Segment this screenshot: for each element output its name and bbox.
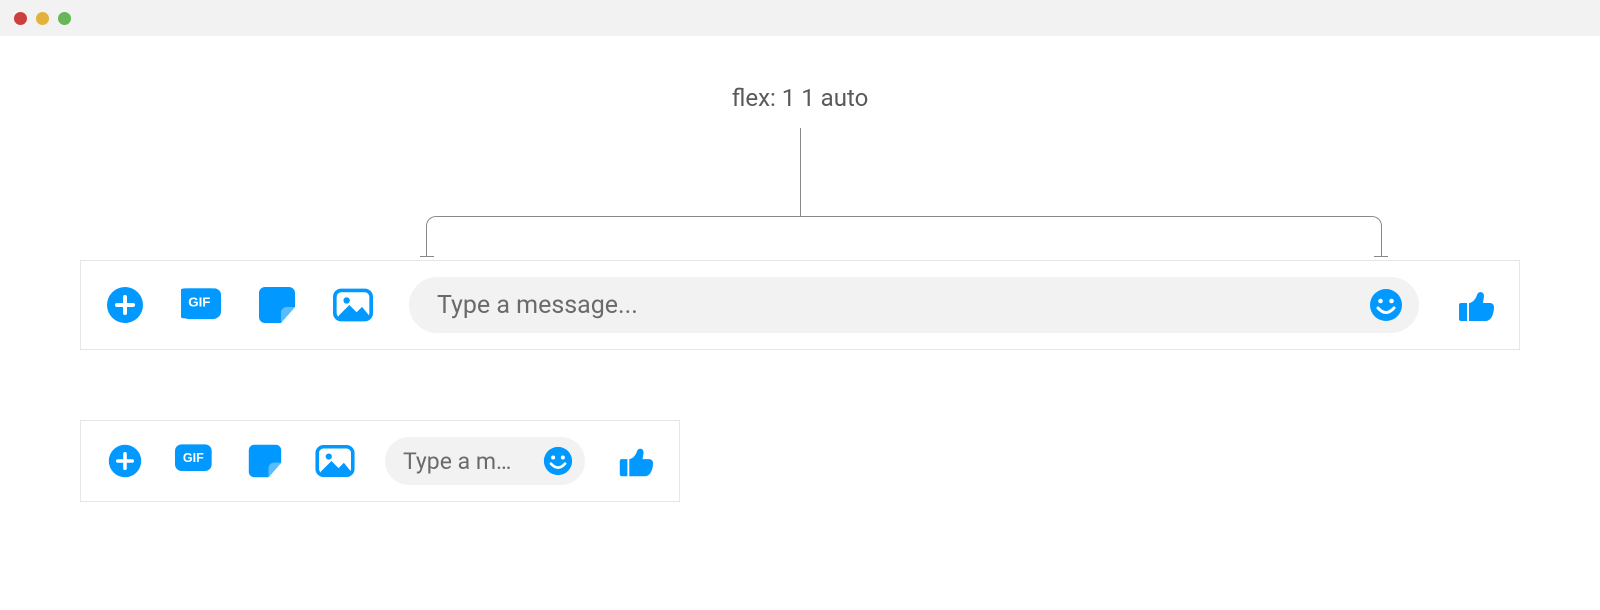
diagram-canvas: flex: 1 1 auto GIF Type a message... bbox=[0, 36, 1600, 542]
composer-narrow: GIF Type a m… bbox=[80, 420, 680, 502]
annotation-stem bbox=[800, 128, 801, 216]
sticker-icon[interactable] bbox=[257, 285, 297, 325]
svg-text:GIF: GIF bbox=[188, 295, 210, 310]
annotation-label: flex: 1 1 auto bbox=[732, 84, 869, 112]
gif-icon[interactable]: GIF bbox=[175, 441, 215, 481]
message-input[interactable]: Type a message... bbox=[437, 291, 1357, 320]
thumbs-up-icon[interactable] bbox=[1455, 285, 1495, 325]
traffic-light-zoom[interactable] bbox=[58, 12, 71, 25]
gif-icon[interactable]: GIF bbox=[181, 285, 221, 325]
composer-wide: GIF Type a message... bbox=[80, 260, 1520, 350]
smile-icon[interactable] bbox=[1369, 288, 1403, 322]
photo-icon[interactable] bbox=[315, 441, 355, 481]
message-input-pill[interactable]: Type a message... bbox=[409, 277, 1419, 333]
plus-circle-icon[interactable] bbox=[105, 441, 145, 481]
photo-icon[interactable] bbox=[333, 285, 373, 325]
message-input-pill[interactable]: Type a m… bbox=[385, 437, 585, 485]
thumbs-up-icon[interactable] bbox=[615, 441, 655, 481]
flex-annotation: flex: 1 1 auto bbox=[80, 56, 1520, 256]
traffic-light-close[interactable] bbox=[14, 12, 27, 25]
window-titlebar bbox=[0, 0, 1600, 36]
svg-text:GIF: GIF bbox=[183, 451, 204, 465]
message-input[interactable]: Type a m… bbox=[403, 448, 529, 475]
smile-icon[interactable] bbox=[541, 444, 575, 478]
annotation-bracket bbox=[426, 216, 1382, 256]
sticker-icon[interactable] bbox=[245, 441, 285, 481]
bracket-foot-right bbox=[1374, 256, 1388, 257]
plus-circle-icon[interactable] bbox=[105, 285, 145, 325]
bracket-foot-left bbox=[420, 256, 434, 257]
traffic-light-minimize[interactable] bbox=[36, 12, 49, 25]
